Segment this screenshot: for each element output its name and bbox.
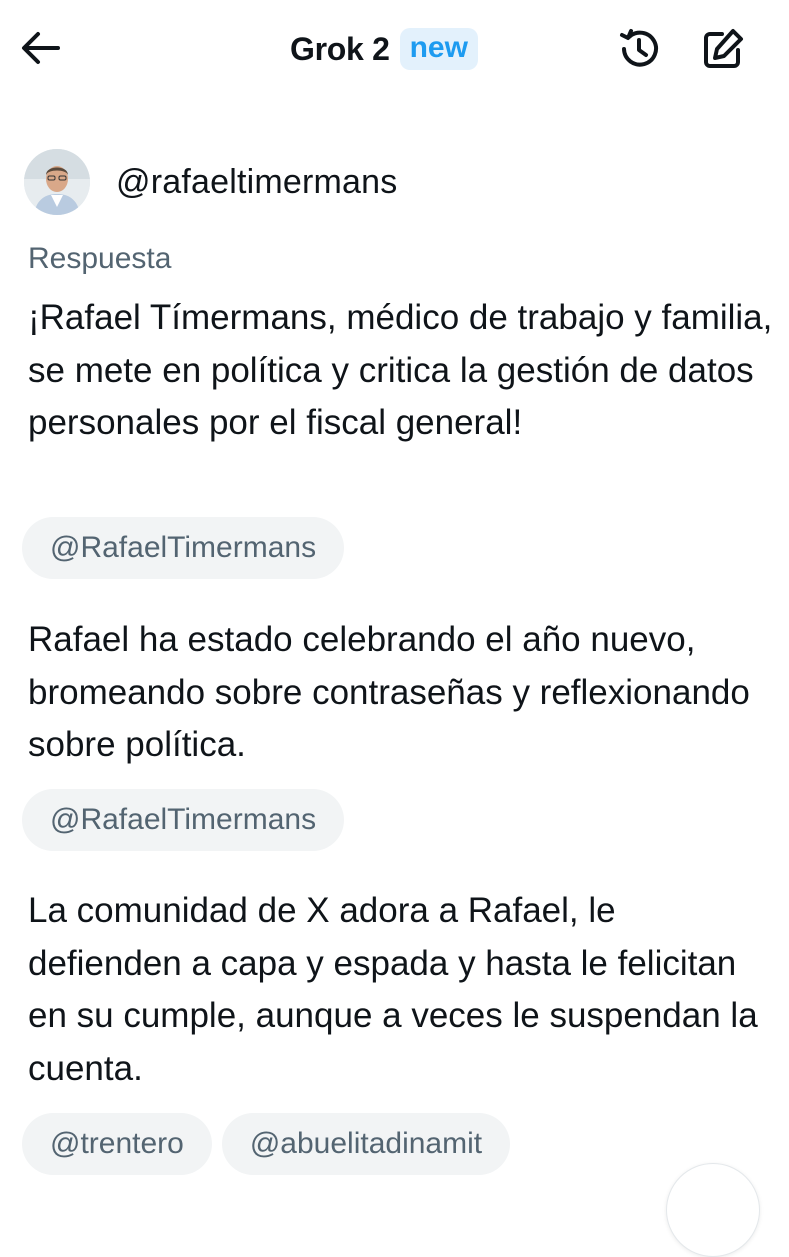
avatar-photo [24,149,90,215]
compose-icon [704,29,743,68]
history-icon [620,29,658,67]
new-badge: new [399,28,478,70]
top-bar: Grok 2 new [0,0,789,100]
back-button[interactable] [18,26,64,70]
user-handle: @rafaeltimermans [116,162,398,201]
source-chips: @RafaelTimermans [22,517,345,579]
source-chip[interactable]: @abuelitadinamit [221,1113,511,1175]
source-chip[interactable]: @RafaelTimermans [22,517,345,579]
history-button[interactable] [616,26,662,72]
header-title-group: Grok 2 new [290,24,478,74]
source-chip[interactable]: @trentero [22,1113,212,1175]
avatar[interactable] [24,149,90,215]
source-chip[interactable]: @RafaelTimermans [22,789,345,851]
source-chips: @RafaelTimermans [22,789,345,851]
response-label: Respuesta [28,242,172,275]
arrow-left-icon [22,32,60,64]
source-chips: @trentero @abuelitadinamit [22,1113,511,1175]
page-title: Grok 2 [290,30,390,67]
response-paragraph: ¡Rafael Tímermans, médico de trabajo y f… [28,298,773,442]
scroll-button[interactable] [666,1163,760,1257]
profile-row: @rafaeltimermans [24,149,397,215]
response-paragraph: Rafael ha estado celebrando el año nuevo… [28,620,750,764]
response-paragraph: La comunidad de X adora a Rafael, le def… [28,891,758,1088]
new-chat-button[interactable] [700,26,746,72]
